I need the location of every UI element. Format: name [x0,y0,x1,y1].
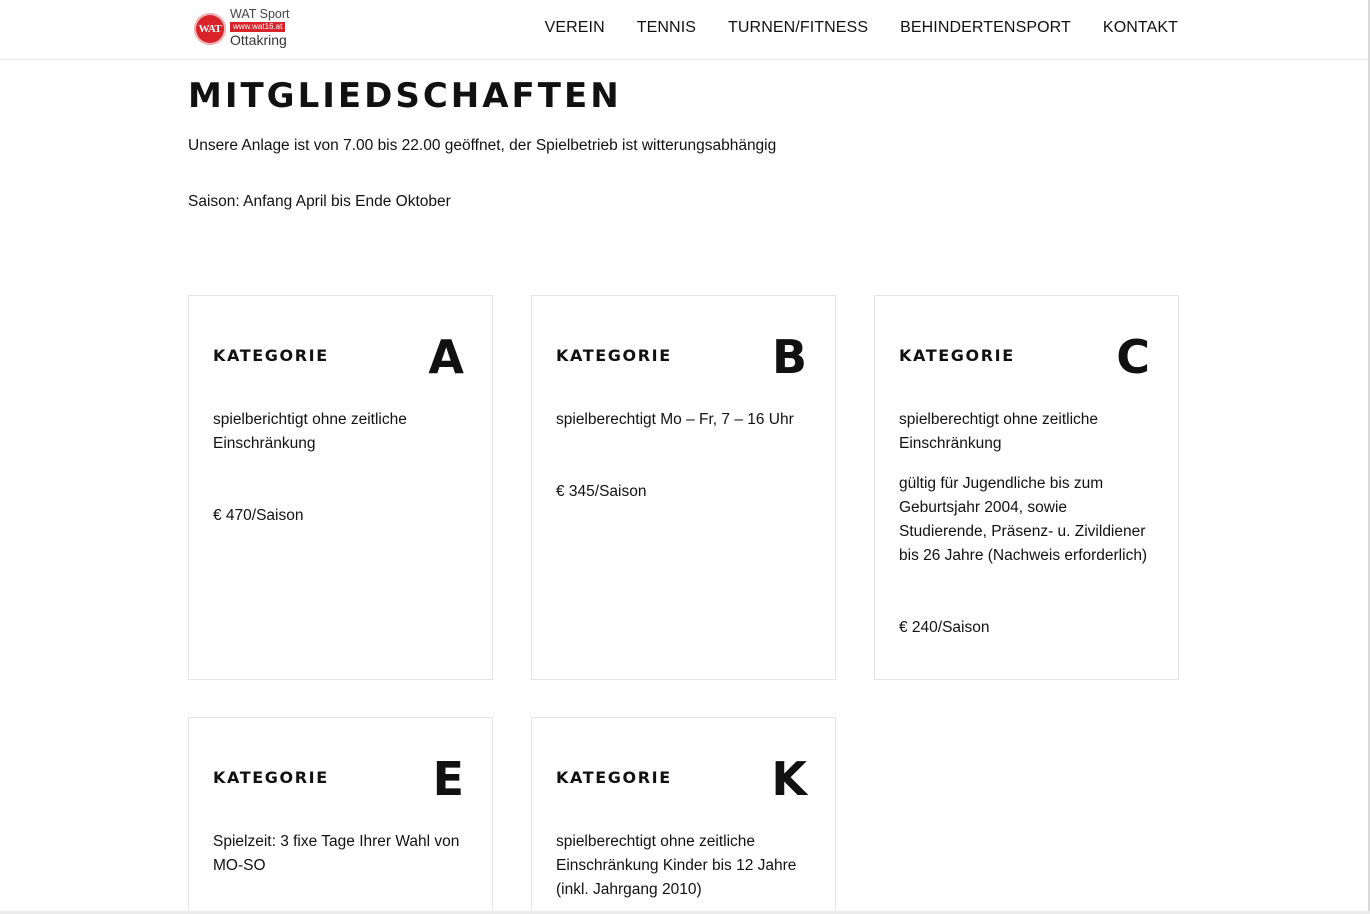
nav-item-turnen-fitness[interactable]: TURNEN/FITNESS [728,18,868,38]
opening-hours-text: Unsere Anlage ist von 7.00 bis 22.00 geö… [188,137,777,154]
main-nav: VEREIN TENNIS TURNEN/FITNESS BEHINDERTEN… [545,18,1178,38]
card-eligibility-note: gültig für Jugendliche bis zum Geburtsja… [899,475,1148,564]
card-price: € 240/Saison [899,619,990,636]
card-label: KATEGORIE [556,768,672,787]
card-price: € 345/Saison [556,483,647,500]
nav-item-tennis[interactable]: TENNIS [637,18,696,38]
nav-item-kontakt[interactable]: KONTAKT [1103,18,1178,38]
card-description: spielberichtigt ohne zeitliche Einschrän… [213,411,407,452]
card-label: KATEGORIE [213,346,329,365]
logo-location: Ottakring [230,32,287,48]
card-description: Spielzeit: 3 fixe Tage Ihrer Wahl von MO… [213,833,460,874]
card-description: spielberechtigt Mo – Fr, 7 – 16 Uhr [556,411,794,428]
logo-url: www.wat16.at [230,22,286,32]
card-label: KATEGORIE [556,346,672,365]
card-letter: A [428,330,464,384]
membership-card-b: KATEGORIE B spielberechtigt Mo – Fr, 7 –… [531,295,836,680]
card-label: KATEGORIE [899,346,1015,365]
card-letter: C [1116,330,1150,384]
nav-item-behindertensport[interactable]: BEHINDERTENSPORT [900,18,1071,38]
card-letter: B [771,330,807,384]
card-letter: K [771,752,807,806]
nav-item-verein[interactable]: VEREIN [545,18,605,38]
page-title: MITGLIEDSCHAFTEN [188,76,622,116]
logo-mark: WAT [194,13,226,45]
membership-card-c: KATEGORIE C spielberechtigt ohne zeitlic… [874,295,1179,680]
card-description: spielberechtigt ohne zeitliche Einschrän… [556,833,797,898]
card-letter: E [432,752,464,806]
site-logo[interactable]: WAT WAT Sport www.wat16.at Ottakring [194,8,296,52]
card-description: spielberechtigt ohne zeitliche Einschrän… [899,411,1099,452]
card-price: € 470/Saison [213,507,304,524]
membership-card-a: KATEGORIE A spielberichtigt ohne zeitlic… [188,295,493,680]
card-label: KATEGORIE [213,768,329,787]
site-header: WAT WAT Sport www.wat16.at Ottakring VER… [0,0,1368,60]
membership-card-k: KATEGORIE K spielberechtigt ohne zeitlic… [531,717,836,911]
season-text: Saison: Anfang April bis Ende Oktober [188,193,451,210]
logo-name: WAT Sport [230,7,290,21]
membership-card-e: KATEGORIE E Spielzeit: 3 fixe Tage Ihrer… [188,717,493,911]
